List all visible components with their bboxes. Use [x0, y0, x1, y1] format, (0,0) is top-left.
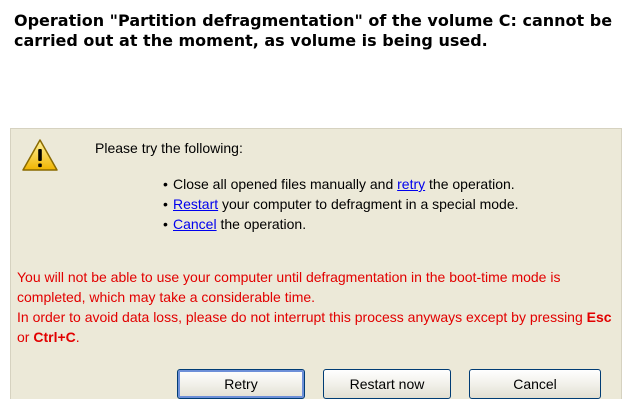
instructions-heading: Please try the following:	[95, 140, 243, 156]
esc-key-label: Esc	[586, 309, 612, 325]
restart-now-button[interactable]: Restart now	[323, 369, 451, 399]
warning-icon	[22, 139, 58, 171]
retry-link[interactable]: retry	[397, 176, 425, 192]
bullet-icon: •	[163, 216, 168, 232]
list-item: • Cancel the operation.	[163, 214, 519, 234]
bullet-icon: •	[163, 176, 168, 192]
option-text: the operation.	[216, 216, 307, 232]
cancel-button[interactable]: Cancel	[469, 369, 601, 399]
cancel-link[interactable]: Cancel	[173, 216, 217, 232]
warning-line-2: In order to avoid data loss, please do n…	[17, 307, 613, 347]
restart-link[interactable]: Restart	[173, 196, 218, 212]
list-item: • Restart your computer to defragment in …	[163, 194, 519, 214]
period: .	[75, 329, 80, 345]
warning-text: You will not be able to use your compute…	[17, 267, 613, 347]
ctrl-c-key-label: Ctrl+C	[33, 329, 76, 345]
option-text: the operation.	[425, 176, 515, 192]
retry-button[interactable]: Retry	[177, 369, 305, 399]
or-text: or	[17, 329, 34, 345]
bullet-icon: •	[163, 196, 168, 212]
options-list: • Close all opened files manually and ret…	[163, 174, 519, 234]
option-text: your computer to defragment in a special…	[218, 196, 519, 212]
option-text: Close all opened files manually and	[173, 176, 398, 192]
warning-line-2-text: In order to avoid data loss, please do n…	[17, 309, 587, 325]
warning-line-1: You will not be able to use your compute…	[17, 269, 561, 305]
dialog-panel: Please try the following: • Close all ope…	[10, 128, 622, 399]
list-item: • Close all opened files manually and ret…	[163, 174, 519, 194]
error-message: Operation "Partition defragmentation" of…	[14, 11, 613, 50]
